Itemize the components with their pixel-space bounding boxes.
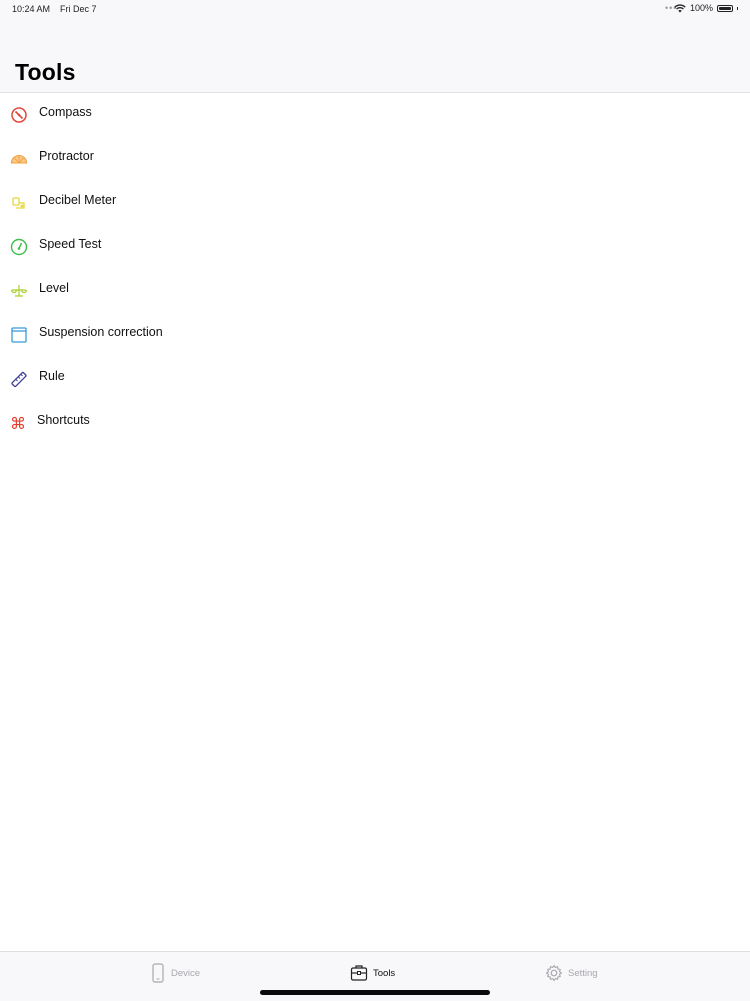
tab-tools[interactable]: Tools (350, 962, 395, 984)
page-title: Tools (15, 59, 76, 85)
tool-item-speed-test[interactable]: Speed Test (0, 224, 750, 268)
tool-item-label: Decibel Meter (39, 193, 117, 207)
navigation-header: 10:24 AM Fri Dec 7 ••• 100% Tools (0, 0, 750, 93)
tool-item-shortcuts[interactable]: ⌘ Shortcuts (0, 400, 750, 444)
tool-item-protractor[interactable]: Protractor (0, 136, 750, 180)
speedometer-icon (10, 238, 28, 256)
tab-setting[interactable]: Setting (545, 962, 598, 984)
tab-device[interactable]: Device (150, 962, 200, 984)
home-indicator[interactable] (260, 990, 490, 995)
decibel-meter-icon (12, 197, 25, 209)
svg-text:⌘: ⌘ (10, 414, 26, 432)
level-icon (10, 285, 28, 297)
tool-item-label: Compass (39, 105, 92, 119)
command-icon: ⌘ (10, 414, 26, 432)
window-icon (11, 327, 27, 343)
tool-item-suspension-correction[interactable]: Suspension correction (0, 312, 750, 356)
protractor-icon (10, 155, 28, 164)
toolbox-icon (350, 965, 368, 981)
gear-icon (545, 964, 563, 982)
tool-item-label: Suspension correction (39, 325, 163, 339)
tool-item-label: Level (39, 281, 69, 295)
status-date: Fri Dec 7 (60, 4, 97, 14)
status-bar: 10:24 AM Fri Dec 7 ••• 100% (0, 0, 750, 18)
tool-item-label: Protractor (39, 149, 94, 163)
phone-icon (152, 963, 164, 983)
tool-item-rule[interactable]: Rule (0, 356, 750, 400)
tab-setting-label: Setting (568, 967, 598, 979)
tool-item-decibel-meter[interactable]: Decibel Meter (0, 180, 750, 224)
tool-item-label: Speed Test (39, 237, 102, 251)
battery-icon (717, 4, 733, 12)
battery-percentage: 100% (689, 3, 713, 13)
status-time: 10:24 AM (12, 4, 51, 14)
compass-icon (11, 107, 27, 123)
tools-list: Compass Protractor Decibel Meter Speed T… (0, 92, 750, 444)
tool-item-compass[interactable]: Compass (0, 92, 750, 136)
tool-item-level[interactable]: Level (0, 268, 750, 312)
tab-device-label: Device (171, 967, 201, 979)
wifi-icon (674, 3, 686, 12)
tool-item-label: Shortcuts (37, 413, 90, 427)
ruler-icon (11, 371, 27, 388)
tool-item-label: Rule (39, 369, 65, 383)
tab-tools-label: Tools (373, 967, 396, 979)
